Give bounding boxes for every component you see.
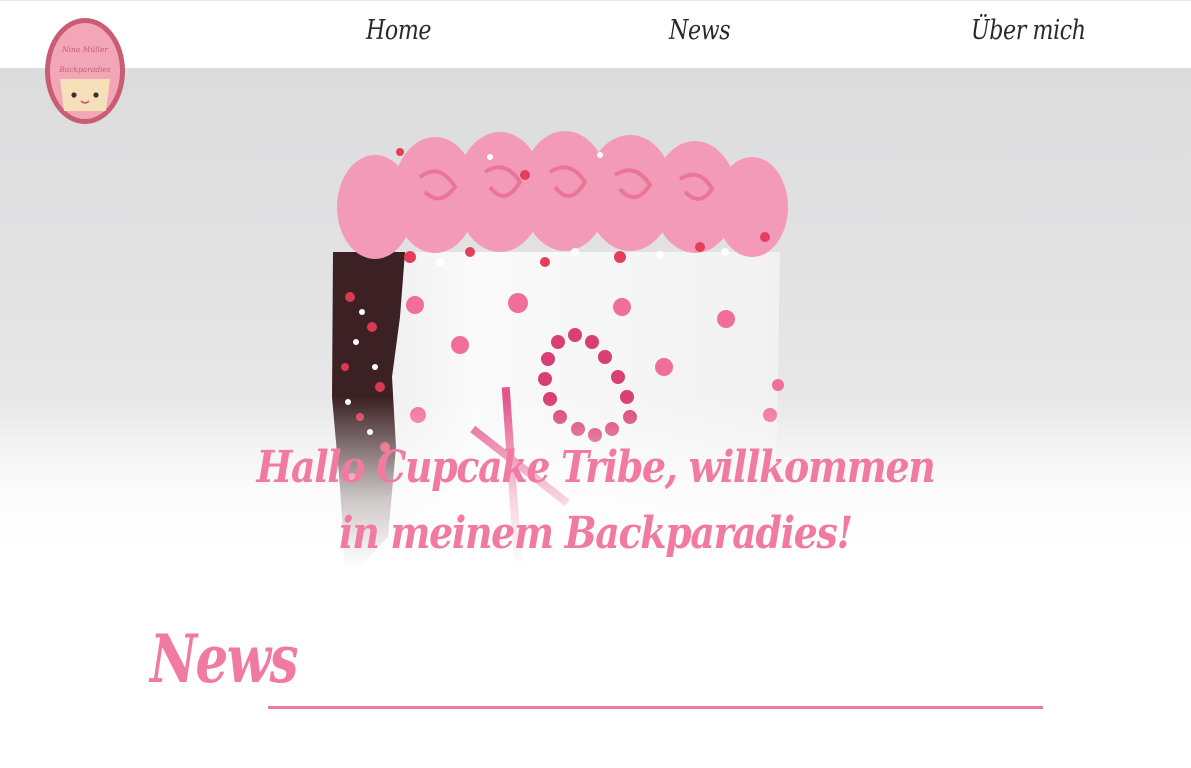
nav-news-link[interactable]: News: [669, 15, 731, 46]
news-section-heading: News: [150, 620, 298, 698]
site-logo[interactable]: Nina Müller Backparadies: [44, 17, 126, 125]
hero-title-line2: in meinem Backparadies!: [339, 508, 853, 559]
hero-welcome-title: Hallo Cupcake Tribe, willkommen in meine…: [0, 435, 1191, 567]
nav-home-link[interactable]: Home: [366, 15, 432, 46]
news-heading-underline: [268, 706, 1043, 709]
hero-title-line1: Hallo Cupcake Tribe, willkommen: [256, 442, 936, 493]
site-header: Home News Über mich: [0, 0, 1191, 68]
logo-name-text: Nina Müller: [61, 45, 108, 54]
nav-about-link[interactable]: Über mich: [971, 15, 1086, 46]
logo-badge: Nina Müller Backparadies: [45, 18, 125, 124]
logo-brand-text: Backparadies: [58, 65, 111, 74]
